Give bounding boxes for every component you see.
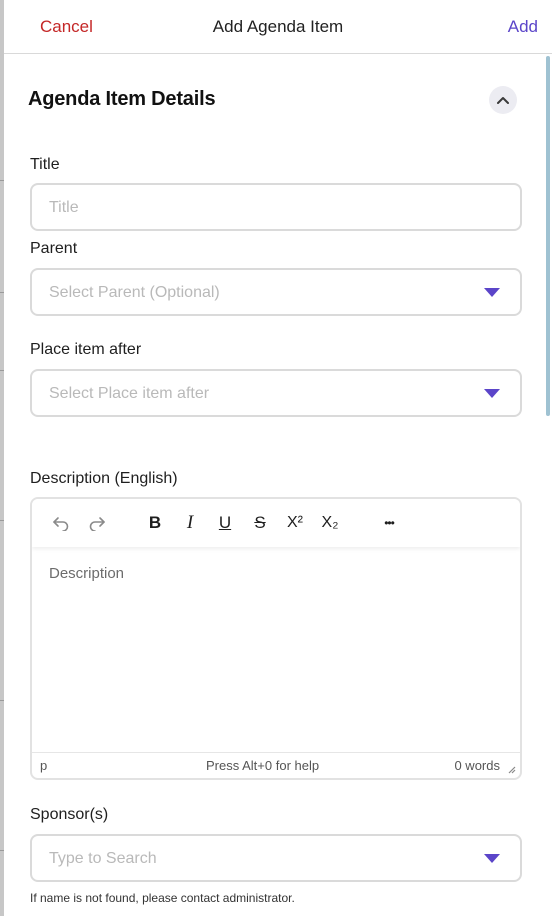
section-title: Agenda Item Details — [28, 88, 216, 110]
dropdown-caret-icon — [484, 389, 500, 398]
parent-placeholder: Select Parent (Optional) — [49, 284, 220, 301]
chevron-up-icon — [497, 97, 509, 104]
dropdown-caret-icon — [484, 288, 500, 297]
parent-label: Parent — [30, 240, 78, 257]
editor-toolbar: B I U S X² X₂ ••• — [32, 499, 520, 547]
more-options-button[interactable]: ••• — [377, 511, 401, 535]
subscript-button[interactable]: X₂ — [318, 511, 342, 535]
redo-icon — [89, 517, 105, 531]
place-after-label: Place item after — [30, 341, 142, 358]
dropdown-caret-icon — [484, 854, 500, 863]
editor-statusbar: p Press Alt+0 for help 0 words — [32, 752, 520, 778]
sponsors-placeholder: Type to Search — [49, 850, 157, 867]
sponsors-helper-text: If name is not found, please contact adm… — [30, 891, 295, 905]
modal-title: Add Agenda Item — [212, 17, 344, 36]
superscript-button[interactable]: X² — [283, 511, 307, 535]
title-input[interactable]: Title — [30, 183, 522, 231]
strikethrough-button[interactable]: S — [248, 511, 272, 535]
collapse-section-button[interactable] — [489, 86, 517, 114]
word-count[interactable]: 0 words — [454, 758, 500, 773]
title-label: Title — [30, 156, 60, 173]
undo-icon — [53, 517, 69, 531]
help-hint: Press Alt+0 for help — [206, 758, 320, 773]
sponsors-search-select[interactable]: Type to Search — [30, 834, 522, 882]
description-placeholder[interactable]: Description — [49, 565, 124, 582]
backdrop-edge — [0, 0, 4, 916]
bold-button[interactable]: B — [143, 511, 167, 535]
italic-button[interactable]: I — [178, 511, 202, 535]
undo-button[interactable] — [49, 511, 73, 535]
redo-button[interactable] — [85, 511, 109, 535]
modal-header: Cancel Add Agenda Item Add — [4, 0, 552, 54]
scrollbar[interactable] — [546, 56, 550, 416]
underline-button[interactable]: U — [213, 511, 237, 535]
description-editor: B I U S X² X₂ ••• Description p Press Al… — [30, 497, 522, 780]
element-path[interactable]: p — [40, 758, 47, 773]
place-after-select[interactable]: Select Place item after — [30, 369, 522, 417]
resize-handle-icon[interactable] — [506, 764, 516, 774]
title-placeholder: Title — [49, 199, 79, 216]
description-label: Description (English) — [30, 470, 178, 487]
parent-select[interactable]: Select Parent (Optional) — [30, 268, 522, 316]
place-after-placeholder: Select Place item after — [49, 385, 210, 402]
sponsors-label: Sponsor(s) — [30, 806, 109, 823]
add-button[interactable]: Add — [508, 17, 538, 37]
